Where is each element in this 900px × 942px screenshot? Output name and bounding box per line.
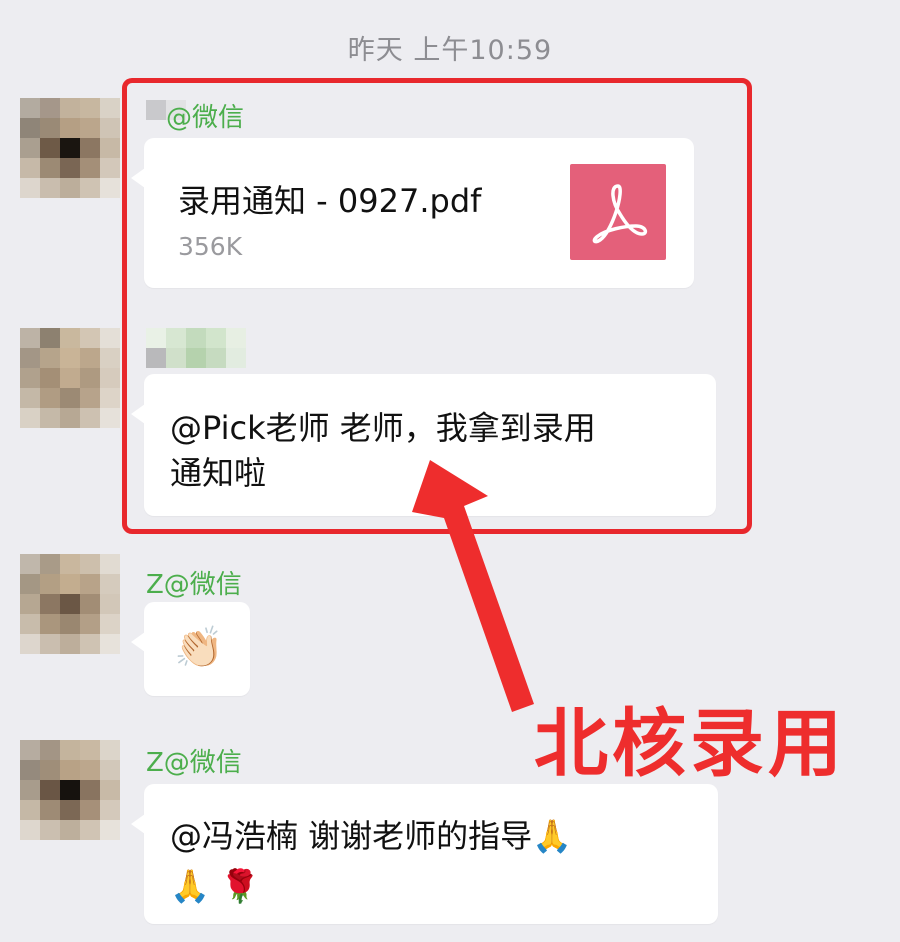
red-arrow-annotation	[412, 460, 534, 712]
annotation-label: 北核录用	[534, 701, 846, 787]
arrow-shape	[412, 460, 534, 712]
